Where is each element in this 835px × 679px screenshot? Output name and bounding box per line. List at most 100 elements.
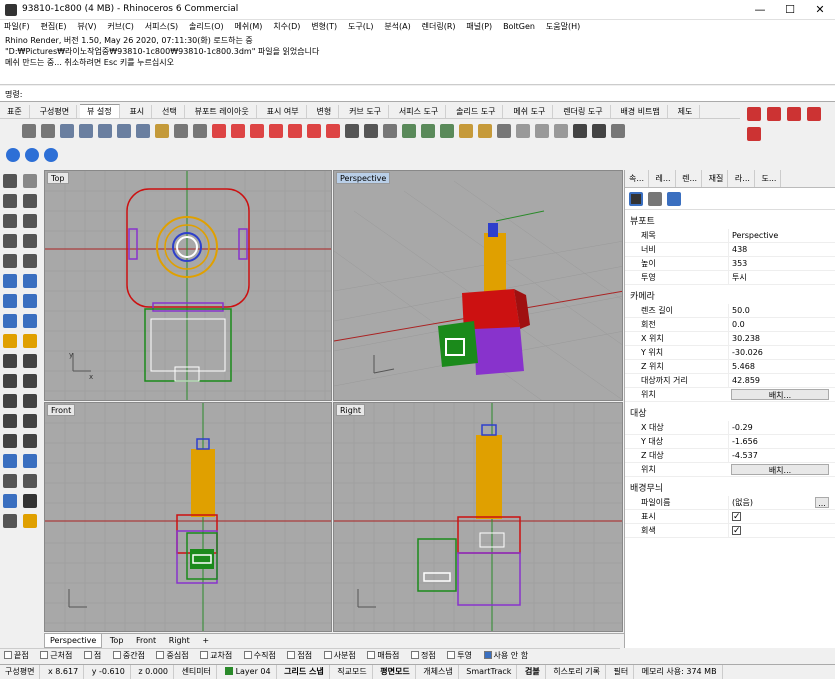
tab-background-bitmap[interactable]: 배경 비트맵 — [613, 105, 668, 118]
copy-icon[interactable] — [23, 414, 37, 428]
fillet-icon[interactable] — [23, 394, 37, 408]
prop-value[interactable]: 0.0 — [728, 318, 835, 331]
menu-boltgen[interactable]: BoltGen — [499, 20, 539, 33]
menu-render[interactable]: 렌더링(R) — [418, 20, 460, 33]
tab-surface-tools[interactable]: 서피스 도구 — [392, 105, 447, 118]
prop-value[interactable]: 353 — [728, 257, 835, 270]
status-planar[interactable]: 평면모드 — [375, 665, 416, 679]
car-left-icon[interactable] — [288, 124, 302, 138]
camera-icon[interactable] — [629, 191, 643, 206]
tab-visibility[interactable]: 표시 여부 — [260, 105, 307, 118]
viewport-label-front[interactable]: Front — [47, 404, 76, 416]
tab-cplanes[interactable]: 구성평면 — [33, 105, 78, 118]
loft-icon[interactable] — [23, 274, 37, 288]
maximize-button[interactable]: ☐ — [775, 0, 805, 20]
status-cplane[interactable]: 구성평면 — [0, 665, 41, 679]
scale-icon[interactable] — [23, 434, 37, 448]
trim-icon[interactable] — [3, 354, 17, 368]
cylinder-icon[interactable] — [23, 314, 37, 328]
menu-tools[interactable]: 도구(L) — [344, 20, 377, 33]
vp-tab-perspective[interactable]: Perspective — [44, 634, 103, 648]
zoom-all-icon[interactable] — [136, 124, 150, 138]
surface-icon[interactable] — [3, 274, 17, 288]
panel-tab-help[interactable]: 도... — [757, 170, 782, 187]
zoom-selected-icon[interactable] — [117, 124, 131, 138]
point-icon[interactable] — [23, 174, 37, 188]
plane-3-icon[interactable] — [554, 124, 568, 138]
select-arrow-icon[interactable] — [3, 174, 17, 188]
menu-view[interactable]: 뷰(V) — [73, 20, 100, 33]
tab-curve-tools[interactable]: 커브 도구 — [342, 105, 390, 118]
target-icon[interactable] — [459, 124, 473, 138]
zoom-target-icon[interactable] — [155, 124, 169, 138]
status-ortho[interactable]: 직교모드 — [332, 665, 373, 679]
curve-icon[interactable] — [23, 194, 37, 208]
menu-panels[interactable]: 패널(P) — [462, 20, 496, 33]
gumball-icon[interactable] — [497, 124, 511, 138]
viewport-label-right[interactable]: Right — [336, 404, 366, 416]
status-smarttrack[interactable]: SmartTrack — [461, 665, 518, 679]
layout-icon[interactable] — [747, 107, 761, 121]
menu-edit[interactable]: 편집(E) — [36, 20, 70, 33]
viewport-front[interactable]: Front — [44, 402, 332, 632]
osnap-center[interactable]: 중심점 — [156, 649, 189, 663]
tab-standard[interactable]: 표준 — [0, 105, 30, 118]
box-icon[interactable] — [3, 294, 17, 308]
osnap-perp[interactable]: 수직점 — [243, 649, 276, 663]
explode-icon[interactable] — [23, 374, 37, 388]
fly-icon[interactable] — [592, 124, 606, 138]
prop-value[interactable]: 30.238 — [728, 332, 835, 345]
osnap-knot[interactable]: 매듭점 — [367, 649, 399, 663]
menu-mesh[interactable]: 메쉬(M) — [231, 20, 267, 33]
add-viewport-tab-icon[interactable]: + — [197, 634, 214, 647]
tab-display[interactable]: 표시 — [122, 105, 153, 118]
walk-icon[interactable] — [573, 124, 587, 138]
panel-tab-materials[interactable]: 재질 — [705, 170, 729, 187]
rectangle-icon[interactable] — [3, 234, 17, 248]
zoom-extents-icon[interactable] — [98, 124, 112, 138]
prop-value[interactable]: -0.29 — [728, 421, 835, 434]
menu-solid[interactable]: 솔리드(O) — [185, 20, 228, 33]
minimize-button[interactable]: — — [745, 0, 775, 20]
view-icon[interactable] — [648, 191, 662, 206]
named-view-icon[interactable] — [345, 124, 359, 138]
osnap-project[interactable]: 투영 — [447, 649, 472, 663]
sphere-icon[interactable] — [3, 314, 17, 328]
tab-set-view[interactable]: 뷰 설정 — [79, 104, 120, 118]
tab-viewport-layout[interactable]: 뷰포트 레이아웃 — [188, 105, 257, 118]
status-layer[interactable]: Layer 04 — [220, 665, 277, 679]
layout-4-icon[interactable] — [807, 107, 821, 121]
viewport-top[interactable]: yx Top — [44, 170, 332, 401]
rotate-icon[interactable] — [3, 434, 17, 448]
layout-3-icon[interactable] — [787, 107, 801, 121]
show-checkbox[interactable] — [732, 510, 741, 524]
tab-solid-tools[interactable]: 솔리드 도구 — [449, 105, 504, 118]
prop-value[interactable]: -4.537 — [728, 449, 835, 462]
osnap-tan[interactable]: 접점 — [287, 649, 312, 663]
tab-drafting[interactable]: 제도 — [671, 105, 701, 118]
tab-mesh-tools[interactable]: 메쉬 도구 — [506, 105, 554, 118]
vp-tab-front[interactable]: Front — [131, 634, 161, 647]
menu-help[interactable]: 도움말(H) — [542, 20, 584, 33]
split-icon[interactable] — [23, 354, 37, 368]
close-button[interactable]: ✕ — [805, 0, 835, 20]
viewport-label-perspective[interactable]: Perspective — [336, 172, 391, 184]
move-icon[interactable] — [3, 414, 17, 428]
car-front-icon[interactable] — [231, 124, 245, 138]
arc-icon[interactable] — [23, 214, 37, 228]
prop-value[interactable]: 5.468 — [728, 360, 835, 373]
target-place-button[interactable]: 배치... — [731, 464, 829, 475]
prop-value[interactable]: -30.026 — [728, 346, 835, 359]
circle-icon[interactable] — [3, 214, 17, 228]
car-perspective-icon[interactable] — [326, 124, 340, 138]
tab-render-tools[interactable]: 렌더링 도구 — [556, 105, 611, 118]
material-icon[interactable] — [23, 514, 37, 528]
polyline-icon[interactable] — [3, 194, 17, 208]
join-icon[interactable] — [3, 374, 17, 388]
camera-icon[interactable] — [364, 124, 378, 138]
car-top-icon[interactable] — [212, 124, 226, 138]
cplane-world-icon[interactable] — [421, 124, 435, 138]
check-icon[interactable] — [23, 494, 37, 508]
tab-select[interactable]: 선택 — [155, 105, 185, 118]
vp-tab-top[interactable]: Top — [105, 634, 129, 647]
